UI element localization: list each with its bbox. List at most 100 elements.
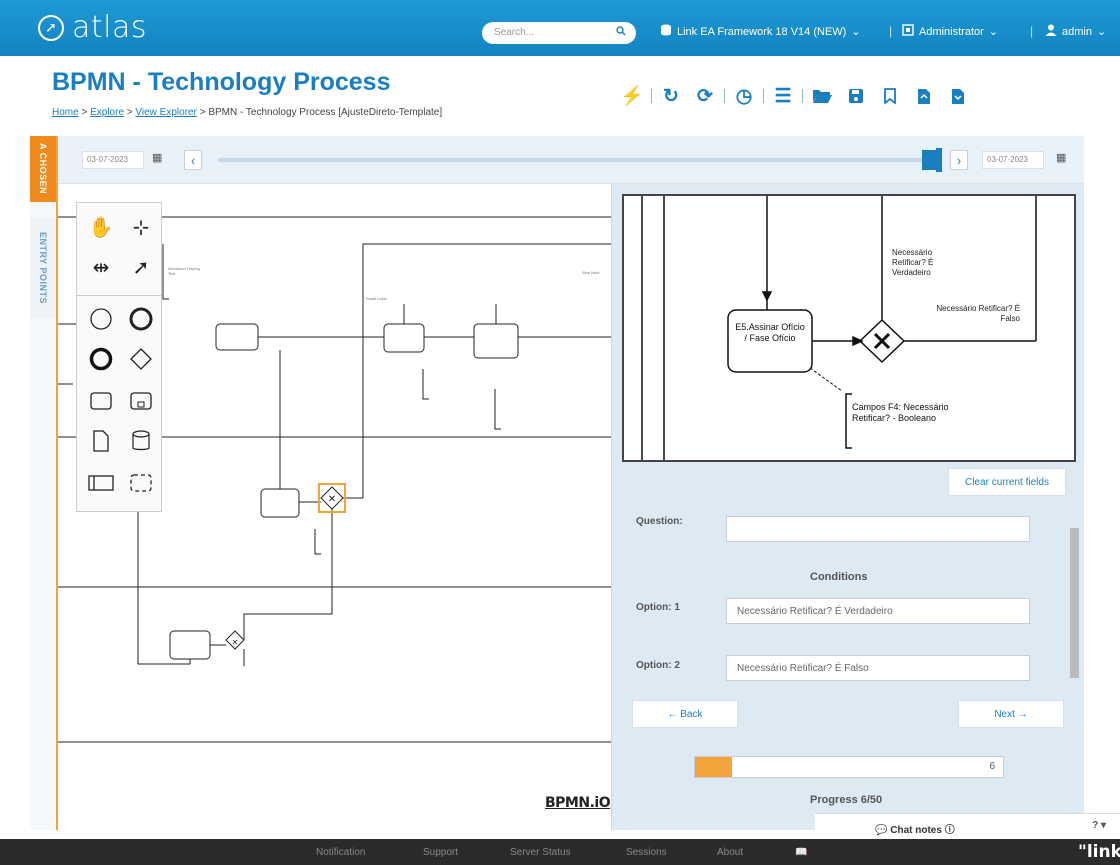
timeline-slider-handle[interactable]: [922, 150, 936, 170]
repository-selector[interactable]: Link EA Framework 18 V14 (NEW) ⌄: [660, 24, 861, 39]
palette-divider: [77, 295, 161, 296]
chevron-down-icon: ⌄: [851, 26, 861, 38]
refresh-icon[interactable]: ↻: [654, 80, 688, 112]
tab-chosen[interactable]: A CHOSEN: [30, 136, 56, 202]
breadcrumb-current: BPMN - Technology Process [AjusteDireto-…: [208, 107, 443, 118]
footer: Notification Support Server Status Sessi…: [0, 839, 1120, 865]
text-annotation: [162, 244, 501, 555]
end-event-icon[interactable]: [83, 341, 119, 377]
footer-link-about[interactable]: About: [717, 847, 743, 858]
bpmn-io-watermark[interactable]: BPMN.iO: [545, 795, 611, 811]
preview-diagram: [641, 196, 1037, 460]
preview-annotation: Campos F4: Necessário Retificar? - Boole…: [852, 402, 949, 423]
annotation-text-block: Side Note: [582, 270, 600, 275]
breadcrumb-home[interactable]: Home: [52, 107, 79, 118]
scrollbar-thumb[interactable]: [1070, 528, 1079, 678]
title-area: BPMN - Technology Process Home > Explore…: [52, 68, 442, 118]
data-object-icon[interactable]: [83, 423, 119, 459]
bpmn-task: [260, 488, 300, 518]
refresh-alt-icon[interactable]: ⟳: [688, 80, 722, 112]
toolbar-separator: [763, 89, 764, 103]
preview-gateway-no-label: Necessário Retificar? É Falso: [936, 304, 1020, 323]
chat-notes-bar[interactable]: 💬 Chat notes ⓘ ? ▾: [815, 813, 1120, 839]
download-icon[interactable]: [941, 80, 975, 112]
checklist-icon[interactable]: ☰: [766, 80, 800, 112]
option-1-input[interactable]: Necessário Retificar? É Verdadeiro: [726, 598, 1030, 624]
calendar-icon[interactable]: ▦: [152, 151, 162, 164]
calendar-icon[interactable]: ▦: [1056, 151, 1066, 164]
next-button[interactable]: Next →: [958, 700, 1064, 728]
breadcrumb-separator: >: [81, 107, 88, 118]
question-input[interactable]: [726, 516, 1030, 542]
tab-entry-points[interactable]: ENTRY POINTS: [30, 218, 56, 318]
option-2-label: Option: 2: [636, 660, 680, 671]
bookmark-icon[interactable]: [873, 80, 907, 112]
hand-tool-icon[interactable]: ✋: [83, 209, 119, 245]
progress-fill: [695, 757, 732, 777]
tool-palette: ✋ ⊹ ⇹ ➚: [76, 202, 162, 512]
separator: |: [1030, 24, 1034, 38]
footer-link-support[interactable]: Support: [423, 847, 458, 858]
start-date-field[interactable]: 03-07-2023: [82, 151, 144, 169]
bpmn-task: [215, 323, 259, 351]
gateway-icon[interactable]: [123, 341, 159, 377]
user-label: admin: [1062, 25, 1092, 38]
option-1-label: Option: 1: [636, 602, 680, 613]
breadcrumb-view-explorer[interactable]: View Explorer: [135, 107, 197, 118]
save-icon[interactable]: [839, 80, 873, 112]
form-scrollbar[interactable]: [1068, 516, 1080, 696]
folder-open-icon[interactable]: [805, 80, 839, 112]
user-menu[interactable]: admin ⌄: [1045, 24, 1106, 39]
footer-link-sessions[interactable]: Sessions: [626, 847, 667, 858]
option-2-input[interactable]: Necessário Retificar? É Falso: [726, 655, 1030, 681]
help-text: ?: [1092, 820, 1099, 831]
data-store-icon[interactable]: [123, 423, 159, 459]
info-icon: ⓘ: [944, 825, 955, 836]
help-icon[interactable]: ? ▾: [1092, 820, 1106, 831]
timeline-next-button[interactable]: ›: [950, 150, 968, 170]
chevron-down-icon: ⌄: [988, 26, 999, 38]
question-panel: E5.Assinar Ofício / Fase Ofício Necessár…: [611, 184, 1084, 830]
breadcrumb-separator: >: [199, 107, 206, 118]
bolt-icon[interactable]: ⚡: [615, 80, 649, 112]
atlas-logo[interactable]: ➚ atlas: [38, 10, 147, 45]
progress-bar: 6: [694, 756, 1004, 778]
subprocess-icon[interactable]: [123, 383, 159, 419]
left-rail: A CHOSEN ENTRY POINTS: [30, 136, 58, 830]
footer-link-server-status[interactable]: Server Status: [510, 847, 571, 858]
back-button[interactable]: ← Back: [632, 700, 738, 728]
end-date-field[interactable]: 03-07-2023: [982, 151, 1044, 169]
annotation-text-block: Small Label: [366, 296, 387, 301]
search-input[interactable]: Search...: [482, 22, 636, 44]
clear-fields-button[interactable]: Clear current fields: [948, 468, 1066, 496]
search-icon[interactable]: [616, 26, 626, 39]
history-icon[interactable]: ◷: [727, 80, 761, 112]
intermediate-event-icon[interactable]: [123, 301, 159, 337]
breadcrumb-explore[interactable]: Explore: [90, 107, 124, 118]
conditions-title: Conditions: [810, 571, 868, 583]
space-tool-icon[interactable]: ⇹: [83, 249, 119, 285]
timeline-slider-handle-end[interactable]: [936, 148, 942, 172]
role-selector[interactable]: Administrator ⌄: [902, 24, 998, 39]
timeline-prev-button[interactable]: ‹: [184, 150, 202, 170]
lasso-tool-icon[interactable]: ⊹: [123, 209, 159, 245]
toolbar-separator: [802, 89, 803, 103]
timeline-slider-track[interactable]: [218, 158, 926, 162]
book-icon[interactable]: 📖: [795, 847, 807, 858]
pool-icon[interactable]: [83, 465, 119, 501]
task-icon[interactable]: [83, 383, 119, 419]
footer-link-notification[interactable]: Notification: [316, 847, 365, 858]
group-icon[interactable]: [123, 465, 159, 501]
search-placeholder: Search...: [494, 27, 535, 38]
bpmn-task: [473, 323, 519, 359]
progress-label: Progress 6/50: [810, 794, 883, 806]
compass-icon: ➚: [38, 14, 64, 41]
logo-text: atlas: [72, 10, 147, 45]
repository-label: Link EA Framework 18 V14 (NEW): [677, 25, 847, 38]
start-event-icon[interactable]: [83, 301, 119, 337]
connect-tool-icon[interactable]: ➚: [123, 249, 159, 285]
toolbar: ⚡ ↻ ⟳ ◷ ☰: [615, 80, 975, 112]
gateway-x-mark: ✕: [328, 494, 336, 505]
timeline-bar: 03-07-2023 ▦ ‹ › 03-07-2023 ▦: [58, 136, 1084, 184]
export-icon[interactable]: [907, 80, 941, 112]
